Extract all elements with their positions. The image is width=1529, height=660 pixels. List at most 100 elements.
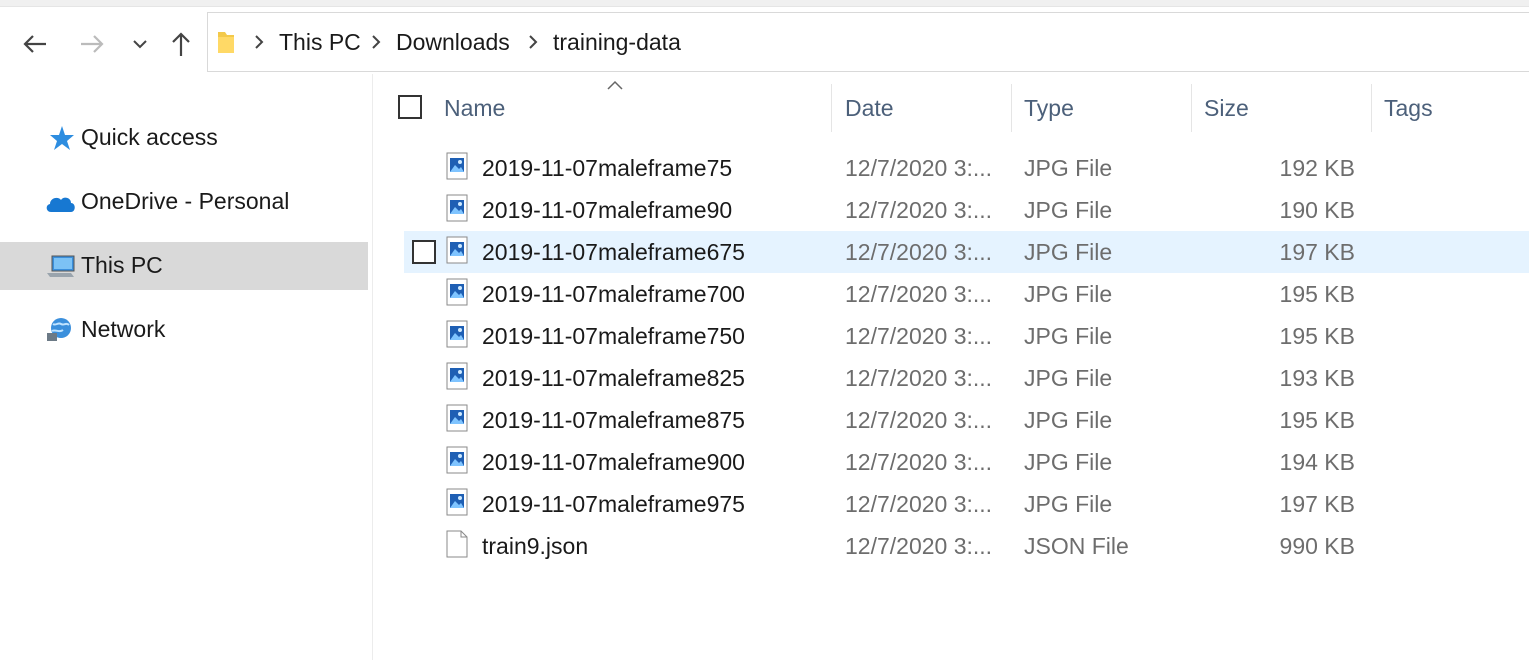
image-file-icon [446, 278, 468, 306]
sidebar-item-label: OneDrive - Personal [81, 188, 290, 214]
table-row[interactable]: 2019-11-07maleframe825 12/7/2020 3:... JPG… [404, 357, 1529, 399]
image-file-icon [446, 194, 468, 222]
file-type: JPG File [1024, 491, 1113, 517]
image-file-icon [446, 362, 468, 390]
column-header-type[interactable]: Type [1024, 95, 1074, 122]
image-file-icon [446, 488, 468, 516]
file-name: 2019-11-07maleframe75 [482, 155, 733, 181]
chevron-right-icon [255, 35, 264, 49]
image-file-icon [446, 152, 468, 180]
file-size: 192 KB [1279, 155, 1355, 181]
file-date: 12/7/2020 3:... [845, 155, 993, 181]
file-name: 2019-11-07maleframe90 [482, 197, 733, 223]
column-divider[interactable] [1371, 84, 1372, 132]
file-name: 2019-11-07maleframe875 [482, 407, 745, 433]
breadcrumb-downloads[interactable]: Downloads [396, 29, 510, 56]
file-date: 12/7/2020 3:... [845, 533, 993, 559]
file-date: 12/7/2020 3:... [845, 407, 993, 433]
table-row[interactable]: 2019-11-07maleframe75 12/7/2020 3:... JPG … [404, 147, 1529, 189]
file-size: 990 KB [1279, 533, 1355, 559]
file-type: JPG File [1024, 449, 1113, 475]
file-type: JPG File [1024, 281, 1113, 307]
file-type: JPG File [1024, 155, 1113, 181]
file-name: 2019-11-07maleframe675 [482, 239, 745, 265]
breadcrumb-training-data[interactable]: training-data [553, 29, 681, 56]
chevron-down-icon [133, 40, 147, 49]
table-row[interactable]: train9.json 12/7/2020 3:... JSON File 990 K… [404, 525, 1529, 567]
select-all-checkbox[interactable] [398, 95, 422, 119]
sort-ascending-icon [607, 80, 623, 90]
file-size: 197 KB [1279, 239, 1355, 265]
file-date: 12/7/2020 3:... [845, 491, 993, 517]
recent-locations-button[interactable] [124, 26, 156, 62]
arrow-right-icon [81, 35, 104, 53]
sidebar-item-network[interactable]: Network [0, 306, 368, 354]
column-header-date[interactable]: Date [845, 95, 894, 122]
file-name: 2019-11-07maleframe750 [482, 323, 745, 349]
cloud-icon [46, 197, 75, 212]
sidebar-item-onedrive[interactable]: OneDrive - Personal [0, 178, 368, 226]
arrow-up-icon [172, 32, 190, 56]
sidebar-item-quick-access[interactable]: Quick access [0, 114, 368, 162]
sidebar-item-label: Network [81, 316, 166, 342]
file-date: 12/7/2020 3:... [845, 239, 993, 265]
star-icon [50, 126, 74, 150]
table-row[interactable]: 2019-11-07maleframe900 12/7/2020 3:... JPG… [404, 441, 1529, 483]
file-size: 195 KB [1279, 323, 1355, 349]
sidebar-item-label: Quick access [81, 124, 218, 150]
column-divider[interactable] [1191, 84, 1192, 132]
file-name: 2019-11-07maleframe700 [482, 281, 745, 307]
file-name: 2019-11-07maleframe900 [482, 449, 745, 475]
file-name: train9.json [482, 533, 589, 559]
table-row[interactable]: 2019-11-07maleframe975 12/7/2020 3:... JPG… [404, 483, 1529, 525]
file-name: 2019-11-07maleframe825 [482, 365, 745, 391]
file-name: 2019-11-07maleframe975 [482, 491, 745, 517]
forward-button[interactable] [75, 26, 109, 62]
file-size: 194 KB [1279, 449, 1355, 475]
image-file-icon [446, 236, 468, 264]
file-type: JPG File [1024, 323, 1113, 349]
folder-icon [218, 32, 234, 53]
arrow-left-icon [23, 35, 46, 53]
file-type: JPG File [1024, 197, 1113, 223]
chevron-right-icon [372, 35, 381, 49]
column-header-name[interactable]: Name [444, 95, 505, 122]
file-date: 12/7/2020 3:... [845, 323, 993, 349]
navigation-pane: Quick access OneDrive - Personal This PC… [0, 74, 373, 660]
file-date: 12/7/2020 3:... [845, 197, 993, 223]
file-date: 12/7/2020 3:... [845, 365, 993, 391]
file-type: JPG File [1024, 407, 1113, 433]
chevron-right-icon [529, 35, 538, 49]
file-type: JSON File [1024, 533, 1129, 559]
breadcrumb-this-pc[interactable]: This PC [279, 29, 361, 56]
table-row[interactable]: 2019-11-07maleframe750 12/7/2020 3:... JPG… [404, 315, 1529, 357]
file-date: 12/7/2020 3:... [845, 281, 993, 307]
column-divider[interactable] [831, 84, 832, 132]
file-date: 12/7/2020 3:... [845, 449, 993, 475]
network-icon [47, 318, 71, 341]
computer-icon [47, 255, 75, 277]
up-button[interactable] [164, 26, 198, 62]
file-size: 195 KB [1279, 407, 1355, 433]
file-size: 195 KB [1279, 281, 1355, 307]
sidebar-item-this-pc[interactable]: This PC [0, 242, 368, 290]
file-type: JPG File [1024, 365, 1113, 391]
file-size: 197 KB [1279, 491, 1355, 517]
file-size: 190 KB [1279, 197, 1355, 223]
column-header-tags[interactable]: Tags [1384, 95, 1433, 122]
image-file-icon [446, 446, 468, 474]
address-bar[interactable]: This PC Downloads training-data [207, 12, 1529, 72]
table-row[interactable]: 2019-11-07maleframe875 12/7/2020 3:... JPG… [404, 399, 1529, 441]
sidebar-item-label: This PC [81, 252, 163, 278]
table-row[interactable]: 2019-11-07maleframe675 12/7/2020 3:... JPG… [404, 231, 1529, 273]
column-divider[interactable] [1011, 84, 1012, 132]
row-checkbox[interactable] [412, 240, 436, 264]
back-button[interactable] [18, 26, 52, 62]
file-type: JPG File [1024, 239, 1113, 265]
window-top-strip [0, 0, 1529, 7]
table-row[interactable]: 2019-11-07maleframe90 12/7/2020 3:... JPG … [404, 189, 1529, 231]
generic-file-icon [446, 530, 468, 558]
table-row[interactable]: 2019-11-07maleframe700 12/7/2020 3:... JPG… [404, 273, 1529, 315]
column-header-size[interactable]: Size [1204, 95, 1249, 122]
file-size: 193 KB [1279, 365, 1355, 391]
